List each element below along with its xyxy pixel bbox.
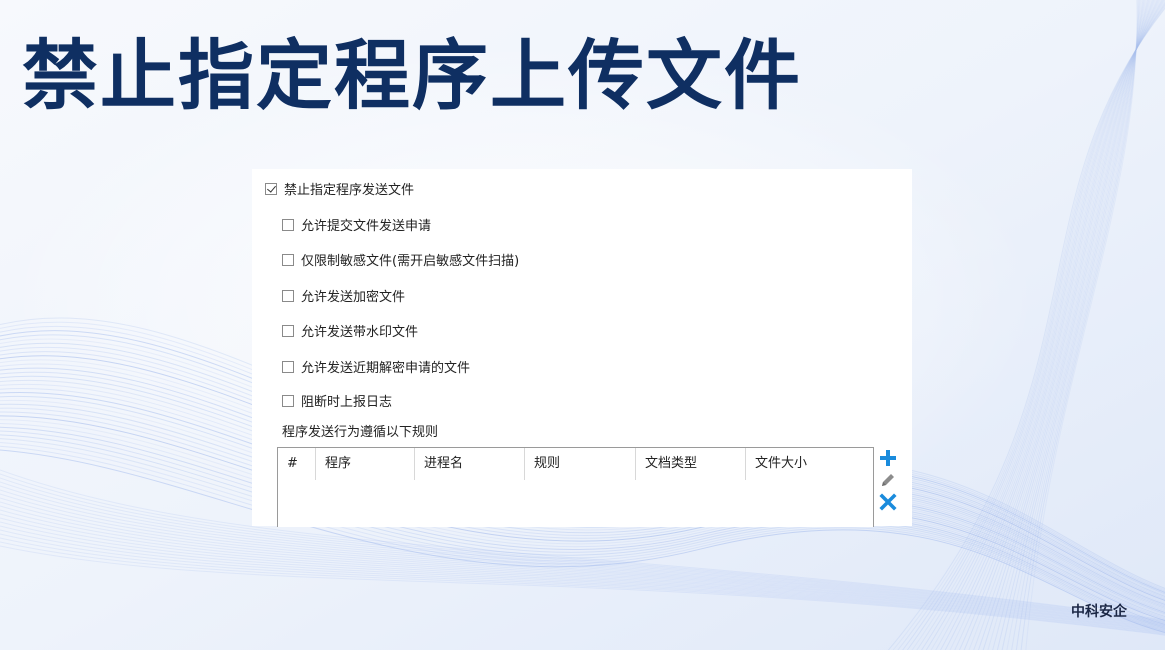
- option-checkbox[interactable]: [282, 360, 294, 373]
- column-header-file-size[interactable]: 文件大小: [746, 448, 873, 480]
- main-option-label: 禁止指定程序发送文件: [284, 183, 415, 198]
- option-row-submit-request[interactable]: 允许提交文件发送申请: [282, 215, 431, 234]
- option-row-encrypted[interactable]: 允许发送加密文件: [282, 286, 405, 305]
- option-checkbox[interactable]: [282, 394, 294, 407]
- close-icon[interactable]: [878, 491, 898, 513]
- rules-label: 程序发送行为遵循以下规则: [282, 425, 439, 440]
- column-header-doc-type[interactable]: 文档类型: [636, 448, 746, 480]
- brand-logo-text: 中科安企: [1071, 604, 1127, 620]
- option-checkbox[interactable]: [282, 324, 294, 337]
- option-label: 允许发送加密文件: [301, 290, 406, 305]
- option-checkbox[interactable]: [282, 289, 294, 302]
- option-label: 允许发送近期解密申请的文件: [301, 361, 471, 376]
- main-option-checkbox[interactable]: [265, 182, 277, 195]
- option-label: 允许提交文件发送申请: [301, 219, 432, 234]
- option-row-report-log[interactable]: 阻断时上报日志: [282, 391, 392, 410]
- option-label: 阻断时上报日志: [301, 395, 393, 410]
- option-row-watermark[interactable]: 允许发送带水印文件: [282, 321, 418, 340]
- column-header-process-name[interactable]: 进程名: [415, 448, 525, 480]
- table-actions: [878, 447, 898, 513]
- option-row-decrypted[interactable]: 允许发送近期解密申请的文件: [282, 357, 470, 376]
- rules-table[interactable]: # 程序 进程名 规则 文档类型 文件大小: [277, 447, 874, 527]
- option-checkbox[interactable]: [282, 218, 294, 231]
- plus-icon[interactable]: [878, 447, 898, 469]
- option-label: 仅限制敏感文件(需开启敏感文件扫描): [301, 254, 520, 269]
- option-checkbox[interactable]: [282, 253, 294, 266]
- page-title: 禁止指定程序上传文件: [22, 31, 802, 120]
- column-header-rule[interactable]: 规则: [525, 448, 636, 480]
- settings-panel: 禁止指定程序发送文件 允许提交文件发送申请 仅限制敏感文件(需开启敏感文件扫描)…: [252, 169, 912, 527]
- option-row-sensitive-only[interactable]: 仅限制敏感文件(需开启敏感文件扫描): [282, 250, 519, 269]
- option-label: 允许发送带水印文件: [301, 325, 419, 340]
- pencil-icon[interactable]: [878, 469, 898, 491]
- main-option-row[interactable]: 禁止指定程序发送文件: [265, 179, 414, 198]
- column-header-program[interactable]: 程序: [316, 448, 415, 480]
- column-header-index[interactable]: #: [278, 448, 316, 480]
- table-header: # 程序 进程名 规则 文档类型 文件大小: [278, 448, 873, 480]
